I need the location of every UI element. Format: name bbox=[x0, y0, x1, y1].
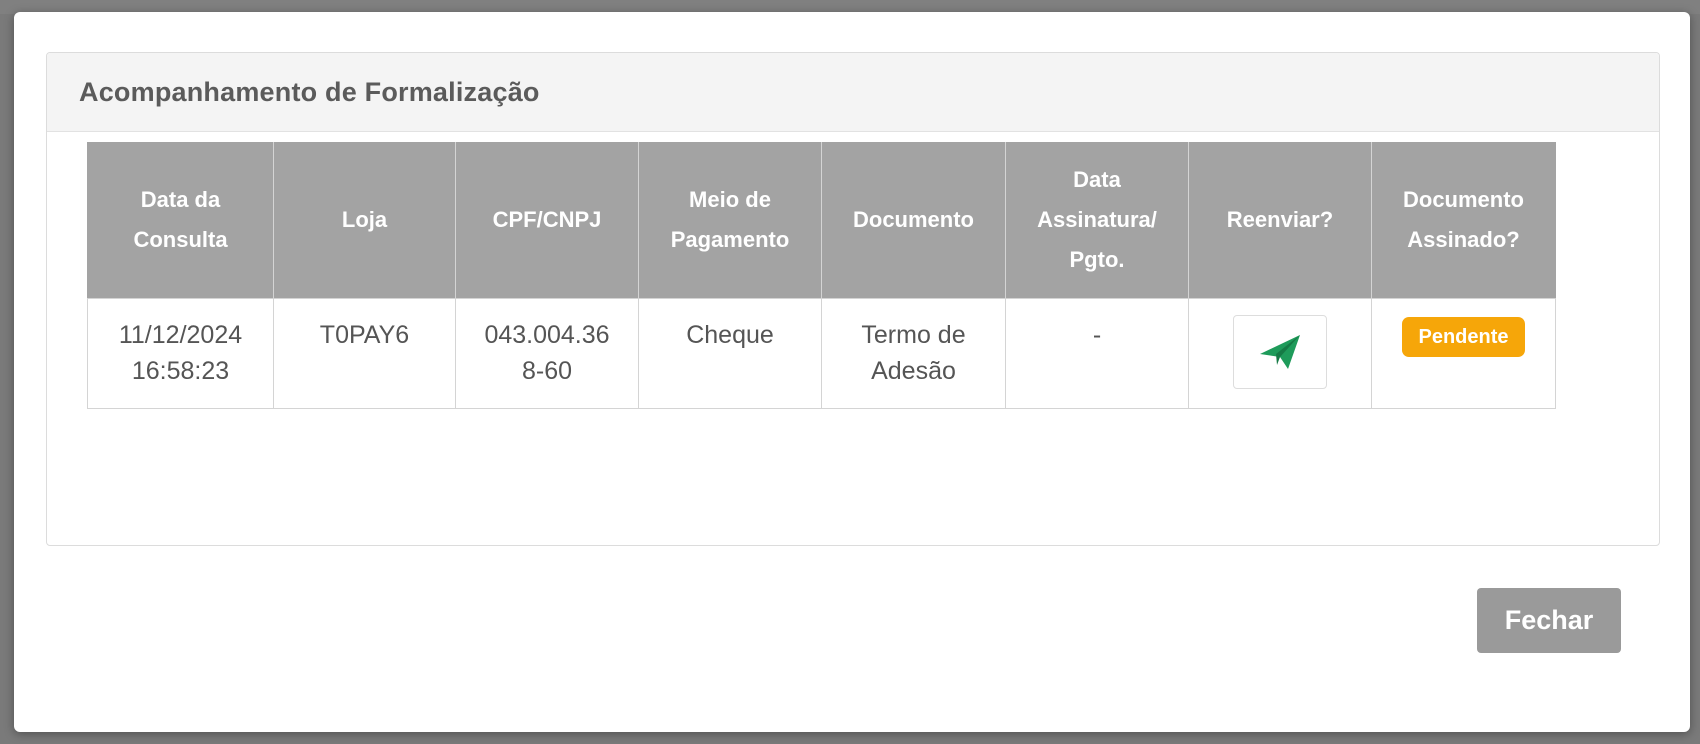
status-badge: Pendente bbox=[1402, 317, 1525, 357]
cell-cpf-cnpj: 043.004.36 8-60 bbox=[455, 298, 639, 409]
cell-documento-assinado: Pendente bbox=[1371, 298, 1556, 409]
cell-documento: Termo de Adesão bbox=[821, 298, 1006, 409]
table-row: 11/12/2024 16:58:23 T0PAY6 043.004.36 8-… bbox=[87, 298, 1556, 409]
column-header-reenviar: Reenviar? bbox=[1188, 142, 1372, 299]
column-header-data-consulta: Data da Consulta bbox=[87, 142, 274, 299]
column-header-meio-pagamento: Meio de Pagamento bbox=[638, 142, 822, 299]
cell-data-consulta: 11/12/2024 16:58:23 bbox=[87, 298, 274, 409]
cell-loja: T0PAY6 bbox=[273, 298, 456, 409]
column-header-loja: Loja bbox=[273, 142, 456, 299]
formalization-modal: Acompanhamento de Formalização Data da C… bbox=[14, 12, 1690, 732]
resend-button[interactable] bbox=[1233, 315, 1327, 389]
cell-reenviar bbox=[1188, 298, 1372, 409]
formalization-table: Data da Consulta Loja CPF/CNPJ Meio de P… bbox=[87, 142, 1556, 409]
cell-meio-pagamento: Cheque bbox=[638, 298, 822, 409]
close-button[interactable]: Fechar bbox=[1477, 588, 1621, 653]
table-header-row: Data da Consulta Loja CPF/CNPJ Meio de P… bbox=[87, 142, 1556, 299]
column-header-documento-assinado: Documento Assinado? bbox=[1371, 142, 1556, 299]
modal-title: Acompanhamento de Formalização bbox=[79, 76, 540, 107]
panel-heading: Acompanhamento de Formalização bbox=[47, 53, 1659, 132]
column-header-documento: Documento bbox=[821, 142, 1006, 299]
column-header-data-assinatura: Data Assinatura/ Pgto. bbox=[1005, 142, 1189, 299]
cell-data-assinatura: - bbox=[1005, 298, 1189, 409]
paper-plane-icon bbox=[1260, 335, 1300, 369]
column-header-cpf-cnpj: CPF/CNPJ bbox=[455, 142, 639, 299]
